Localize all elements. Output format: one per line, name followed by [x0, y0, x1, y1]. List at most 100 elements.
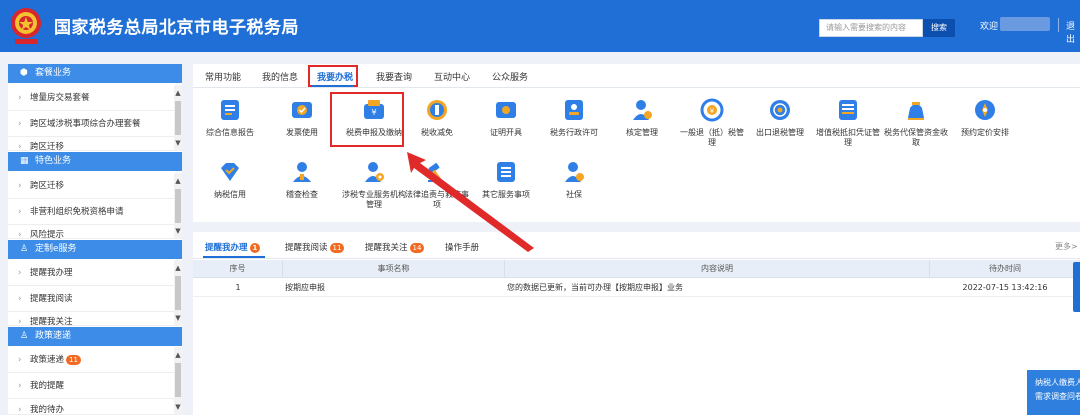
social-security-icon: [565, 162, 584, 182]
header-divider: [1058, 18, 1059, 32]
active-tab-indicator: [203, 256, 265, 258]
function-label: 社保: [566, 190, 582, 199]
more-link[interactable]: 更多>: [1055, 241, 1078, 252]
scroll-up-icon[interactable]: ▲: [174, 177, 182, 185]
function-item[interactable]: 纳税信用: [195, 160, 265, 212]
function-label: 证明开具: [490, 128, 522, 137]
scroll-down-icon[interactable]: ▼: [174, 139, 182, 147]
document-icon: [221, 100, 239, 120]
column-header: 序号: [193, 260, 283, 278]
compass-icon: [975, 100, 995, 120]
sidebar-item[interactable]: 提醒我阅读: [8, 286, 174, 312]
scroll-up-icon[interactable]: ▲: [174, 264, 182, 272]
sidebar-section-featured[interactable]: ▦ 特色业务: [8, 152, 182, 171]
sidebar-item[interactable]: 增量房交易套餐: [8, 85, 174, 111]
function-item[interactable]: 税务代保管资金收取: [881, 98, 951, 150]
scroll-down-icon[interactable]: ▼: [174, 403, 182, 411]
column-header: 事项名称: [283, 260, 505, 278]
scroll-thumb[interactable]: [175, 101, 181, 135]
scroll-thumb[interactable]: [175, 276, 181, 310]
function-label: 法律追责与救济事项: [405, 190, 469, 209]
tab-remind-handle[interactable]: 提醒我办理 1: [205, 241, 261, 253]
logout-link[interactable]: 退出: [1066, 19, 1080, 45]
cell-item-name[interactable]: 按期应申报: [285, 279, 325, 297]
function-item[interactable]: 稽查检查: [267, 160, 337, 212]
scroll-up-icon[interactable]: ▲: [174, 89, 182, 97]
money-bag-icon: [908, 102, 924, 120]
scroll-thumb[interactable]: [175, 363, 181, 397]
tab-manual[interactable]: 操作手册: [445, 241, 479, 253]
function-label: 综合信息报告: [206, 128, 254, 137]
sidebar-item[interactable]: 跨区域涉税事项综合办理套餐: [8, 111, 174, 137]
function-label: 税收减免: [421, 128, 453, 137]
sidebar-item[interactable]: 我的提醒: [8, 373, 174, 399]
sidebar-section-package[interactable]: ⬢ 套餐业务: [8, 64, 182, 83]
tab-interaction[interactable]: 互动中心: [434, 70, 470, 83]
tab-query[interactable]: 我要查询: [376, 70, 412, 83]
floating-side-tab[interactable]: [1073, 262, 1080, 312]
search-input[interactable]: 请输入需要搜索的内容: [819, 19, 923, 37]
function-item[interactable]: 涉税专业服务机构管理: [339, 160, 409, 212]
tab-public-service[interactable]: 公众服务: [492, 70, 528, 83]
sidebar-item[interactable]: 跨区迁移: [8, 137, 174, 151]
tab-common-functions[interactable]: 常用功能: [205, 70, 241, 83]
left-sidebar: ⬢套餐业务 增量房交易套餐 跨区域涉税事项综合办理套餐 跨区迁移 ▲ ▼ ▦特色…: [8, 64, 182, 415]
function-item[interactable]: 发票使用: [267, 98, 337, 150]
function-label: 增值税抵扣凭证管理: [816, 128, 880, 147]
function-label: 税务代保管资金收取: [884, 128, 948, 147]
count-badge: 14: [409, 242, 425, 253]
main-tab-bar: 常用功能 我的信息 我要办税 我要查询 互动中心 公众服务: [193, 64, 1080, 88]
invoice-icon: [292, 102, 312, 118]
function-item[interactable]: ¥ 一般退（抵）税管理: [677, 98, 747, 150]
reminder-panel: 提醒我办理 1 提醒我阅读 11 提醒我关注 14 操作手册 更多> 序号 事项名称 …: [193, 232, 1080, 415]
scroll-up-icon[interactable]: ▲: [174, 351, 182, 359]
function-item[interactable]: 出口退税管理: [745, 98, 815, 150]
scroll-down-icon[interactable]: ▼: [174, 227, 182, 235]
reminder-tab-bar: 提醒我办理 1 提醒我阅读 11 提醒我关注 14 操作手册 更多>: [193, 232, 1080, 259]
sidebar-item[interactable]: 政策速递11: [8, 347, 174, 373]
user-icon: ♙: [20, 331, 29, 341]
sidebar-scrollbar[interactable]: ▲ ▼: [174, 260, 182, 326]
function-item[interactable]: 税收减免: [402, 98, 472, 150]
sidebar-section-policy[interactable]: ♙ 政策速递: [8, 327, 182, 346]
scroll-thumb[interactable]: [175, 189, 181, 223]
sidebar-scrollbar[interactable]: ▲ ▼: [174, 347, 182, 415]
survey-notice[interactable]: 纳税人缴费人 需求调查问卷: [1027, 370, 1080, 415]
sidebar-item[interactable]: 我的待办: [8, 399, 174, 415]
function-item[interactable]: 综合信息报告: [195, 98, 265, 150]
scroll-down-icon[interactable]: ▼: [174, 314, 182, 322]
gavel-icon: [428, 163, 442, 182]
tab-remind-read[interactable]: 提醒我阅读 11: [285, 241, 345, 253]
tab-remind-follow[interactable]: 提醒我关注 14: [365, 241, 425, 253]
list-icon: [497, 162, 515, 182]
site-title: 国家税务总局北京市电子税务局: [54, 18, 299, 38]
cell-index: 1: [235, 283, 241, 292]
id-card-icon: [565, 100, 583, 120]
diamond-icon: [221, 163, 239, 181]
function-item[interactable]: 证明开具: [471, 98, 541, 150]
top-header: 国家税务总局北京市电子税务局 请输入需要搜索的内容 搜索 欢迎 退出: [0, 0, 1080, 52]
function-item[interactable]: 预约定价安排: [950, 98, 1020, 150]
function-label: 其它服务事项: [482, 190, 530, 199]
sidebar-item[interactable]: 非营利组织免税资格申请: [8, 199, 174, 225]
table-row[interactable]: 1 按期应申报 您的数据已更新，当前可办理【按期应申报】业务 2022-07-1…: [193, 279, 1080, 297]
tab-my-info[interactable]: 我的信息: [262, 70, 298, 83]
function-label: 一般退（抵）税管理: [680, 128, 744, 147]
coin-icon: [427, 100, 447, 120]
sidebar-item[interactable]: 跨区迁移: [8, 173, 174, 199]
svg-text:¥: ¥: [710, 107, 715, 115]
search-button[interactable]: 搜索: [923, 19, 955, 37]
sidebar-scrollbar[interactable]: ▲ ▼: [174, 85, 182, 151]
active-tab-indicator: [312, 85, 354, 87]
sidebar-section-custom-service[interactable]: ♙ 定制e服务: [8, 240, 182, 259]
function-item[interactable]: 其它服务事项: [471, 160, 541, 212]
function-item[interactable]: 法律追责与救济事项: [402, 160, 472, 212]
function-item[interactable]: 社保: [539, 160, 609, 212]
function-item[interactable]: 核定管理: [607, 98, 677, 150]
sidebar-item[interactable]: 风险提示: [8, 225, 174, 239]
function-item[interactable]: 税务行政许可: [539, 98, 609, 150]
sidebar-scrollbar[interactable]: ▲ ▼: [174, 173, 182, 239]
sidebar-item[interactable]: 提醒我办理: [8, 260, 174, 286]
function-item[interactable]: 增值税抵扣凭证管理: [813, 98, 883, 150]
sidebar-item[interactable]: 提醒我关注: [8, 312, 174, 326]
